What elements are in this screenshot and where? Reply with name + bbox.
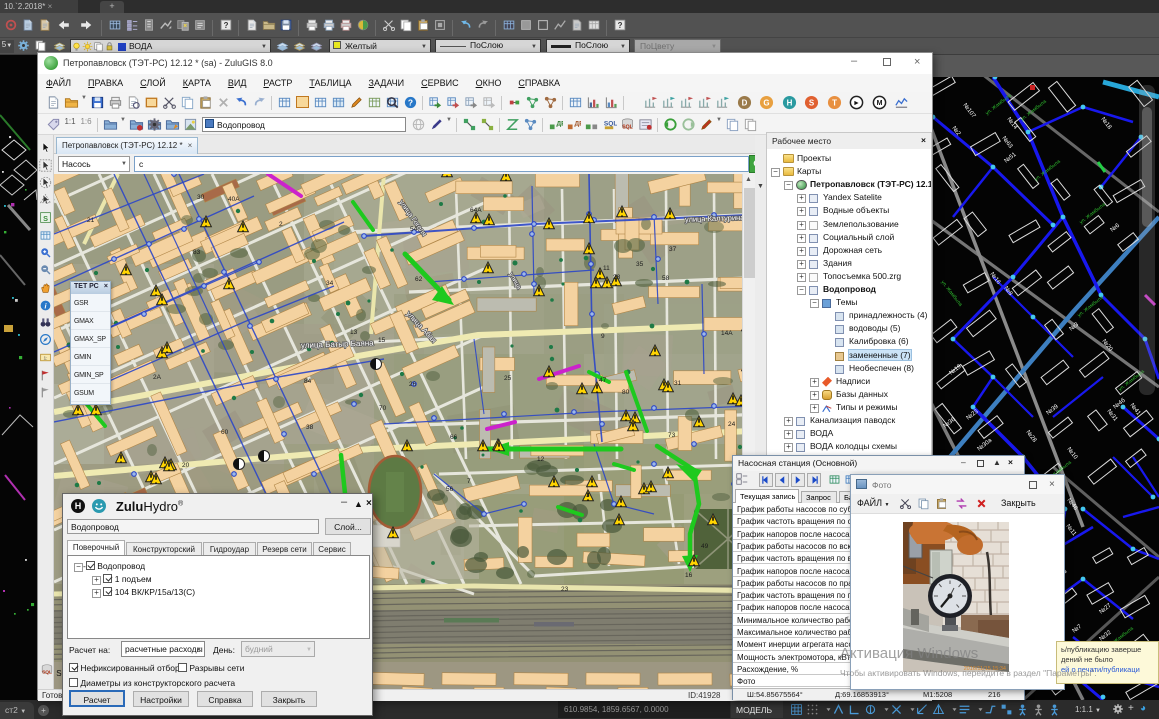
svg-text:S: S <box>809 98 814 107</box>
svg-text:3: 3 <box>586 492 590 499</box>
svg-text:12: 12 <box>537 456 545 463</box>
svg-text:T: T <box>832 98 837 107</box>
svg-text:S: S <box>43 214 48 223</box>
svg-text:23: 23 <box>561 586 569 593</box>
svg-text:?: ? <box>617 21 622 30</box>
svg-text:40А: 40А <box>228 196 240 203</box>
svg-text:ДБ: ДБ <box>556 120 563 127</box>
svg-text:ДБ: ДБ <box>574 120 581 127</box>
svg-text:21: 21 <box>87 217 95 224</box>
svg-text:7: 7 <box>467 478 471 485</box>
svg-text:25: 25 <box>504 375 512 382</box>
svg-text:D: D <box>742 98 748 107</box>
svg-text:16: 16 <box>685 572 693 579</box>
svg-text:26: 26 <box>409 381 417 388</box>
svg-text:62: 62 <box>415 276 423 283</box>
svg-text:►: ► <box>853 100 860 107</box>
svg-text:9: 9 <box>601 333 605 340</box>
svg-text:SQL: SQL <box>42 670 52 676</box>
svg-text:60: 60 <box>221 429 229 436</box>
svg-text:?: ? <box>407 97 412 107</box>
svg-text:56: 56 <box>446 486 454 493</box>
svg-text:80: 80 <box>622 389 630 396</box>
svg-text:?: ? <box>223 21 228 30</box>
svg-text:13: 13 <box>350 329 358 336</box>
svg-text:47: 47 <box>599 377 607 384</box>
svg-text:37: 37 <box>669 246 677 253</box>
svg-text:58: 58 <box>662 275 670 282</box>
svg-text:14А: 14А <box>721 330 733 337</box>
svg-text:70: 70 <box>379 405 387 412</box>
svg-text:G: G <box>764 98 770 107</box>
svg-text:83: 83 <box>193 249 201 256</box>
svg-text:73: 73 <box>668 432 676 439</box>
svg-text:49: 49 <box>701 543 709 550</box>
svg-text:1:: 1: <box>43 356 47 362</box>
svg-text:2А: 2А <box>153 374 162 381</box>
svg-text:66: 66 <box>450 434 458 441</box>
svg-text:11: 11 <box>603 265 610 272</box>
svg-text:H: H <box>786 98 792 107</box>
svg-text:2: 2 <box>279 221 283 228</box>
svg-text:38: 38 <box>306 424 314 431</box>
svg-text:35: 35 <box>636 261 644 268</box>
svg-text:31: 31 <box>674 380 682 387</box>
svg-text:30: 30 <box>197 194 205 201</box>
svg-text:20: 20 <box>182 462 190 469</box>
svg-text:24: 24 <box>728 421 736 428</box>
svg-text:M: M <box>876 100 882 107</box>
svg-text:34: 34 <box>326 280 334 287</box>
svg-text:54: 54 <box>410 226 418 233</box>
svg-text:84: 84 <box>304 378 312 385</box>
svg-text:28: 28 <box>613 274 621 281</box>
svg-text:15: 15 <box>378 337 386 344</box>
svg-text:SQL: SQL <box>622 124 633 130</box>
svg-text:64А: 64А <box>470 207 482 214</box>
